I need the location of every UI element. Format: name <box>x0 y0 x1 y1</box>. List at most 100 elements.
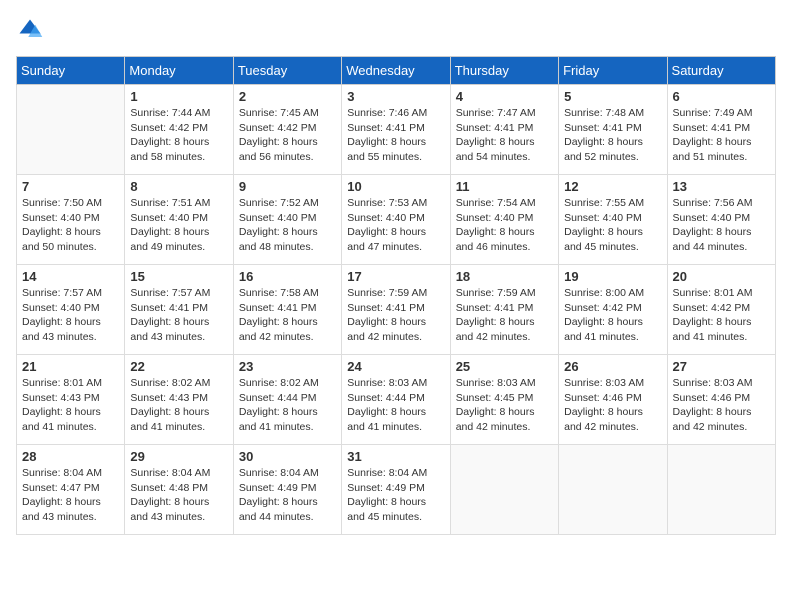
logo <box>16 16 48 44</box>
day-info: Sunrise: 8:04 AM Sunset: 4:49 PM Dayligh… <box>239 466 336 525</box>
calendar-cell: 18 Sunrise: 7:59 AM Sunset: 4:41 PM Dayli… <box>450 265 558 355</box>
day-number: 6 <box>673 89 770 104</box>
day-number: 19 <box>564 269 661 284</box>
calendar-table: SundayMondayTuesdayWednesdayThursdayFrid… <box>16 56 776 535</box>
day-info: Sunrise: 8:03 AM Sunset: 4:44 PM Dayligh… <box>347 376 444 435</box>
day-info: Sunrise: 8:03 AM Sunset: 4:46 PM Dayligh… <box>564 376 661 435</box>
day-number: 3 <box>347 89 444 104</box>
day-number: 16 <box>239 269 336 284</box>
calendar-cell: 4Sunrise: 7:47 AM Sunset: 4:41 PM Daylig… <box>450 85 558 175</box>
weekday-header-friday: Friday <box>559 57 667 85</box>
calendar-cell: 5 Sunrise: 7:48 AM Sunset: 4:41 PM Daylig… <box>559 85 667 175</box>
calendar-cell: 28 Sunrise: 8:04 AM Sunset: 4:47 PM Dayli… <box>17 445 125 535</box>
day-info: Sunrise: 7:44 AM Sunset: 4:42 PM Dayligh… <box>130 106 227 165</box>
day-number: 5 <box>564 89 661 104</box>
day-number: 31 <box>347 449 444 464</box>
day-info: Sunrise: 8:01 AM Sunset: 4:43 PM Dayligh… <box>22 376 119 435</box>
day-number: 1 <box>130 89 227 104</box>
calendar-cell: 31 Sunrise: 8:04 AM Sunset: 4:49 PM Dayli… <box>342 445 450 535</box>
day-number: 29 <box>130 449 227 464</box>
day-number: 10 <box>347 179 444 194</box>
calendar-header-row: SundayMondayTuesdayWednesdayThursdayFrid… <box>17 57 776 85</box>
day-info: Sunrise: 7:50 AM Sunset: 4:40 PM Dayligh… <box>22 196 119 255</box>
day-info: Sunrise: 7:57 AM Sunset: 4:40 PM Dayligh… <box>22 286 119 345</box>
day-info: Sunrise: 7:53 AM Sunset: 4:40 PM Dayligh… <box>347 196 444 255</box>
calendar-cell: 20Sunrise: 8:01 AM Sunset: 4:42 PM Dayli… <box>667 265 775 355</box>
day-number: 28 <box>22 449 119 464</box>
calendar-cell <box>559 445 667 535</box>
day-info: Sunrise: 8:04 AM Sunset: 4:49 PM Dayligh… <box>347 466 444 525</box>
day-number: 15 <box>130 269 227 284</box>
calendar-cell: 1 Sunrise: 7:44 AM Sunset: 4:42 PM Daylig… <box>125 85 233 175</box>
calendar-cell: 11 Sunrise: 7:54 AM Sunset: 4:40 PM Dayli… <box>450 175 558 265</box>
calendar-cell: 13 Sunrise: 7:56 AM Sunset: 4:40 PM Dayli… <box>667 175 775 265</box>
day-info: Sunrise: 7:59 AM Sunset: 4:41 PM Dayligh… <box>456 286 553 345</box>
calendar-cell: 16 Sunrise: 7:58 AM Sunset: 4:41 PM Dayli… <box>233 265 341 355</box>
calendar-week-4: 21 Sunrise: 8:01 AM Sunset: 4:43 PM Dayli… <box>17 355 776 445</box>
day-info: Sunrise: 8:04 AM Sunset: 4:48 PM Dayligh… <box>130 466 227 525</box>
day-info: Sunrise: 7:54 AM Sunset: 4:40 PM Dayligh… <box>456 196 553 255</box>
calendar-cell <box>17 85 125 175</box>
calendar-cell: 29 Sunrise: 8:04 AM Sunset: 4:48 PM Dayli… <box>125 445 233 535</box>
day-number: 4 <box>456 89 553 104</box>
day-number: 21 <box>22 359 119 374</box>
calendar-cell: 30Sunrise: 8:04 AM Sunset: 4:49 PM Dayli… <box>233 445 341 535</box>
day-info: Sunrise: 7:48 AM Sunset: 4:41 PM Dayligh… <box>564 106 661 165</box>
day-number: 20 <box>673 269 770 284</box>
day-number: 22 <box>130 359 227 374</box>
page-header <box>16 16 776 44</box>
calendar-week-5: 28 Sunrise: 8:04 AM Sunset: 4:47 PM Dayli… <box>17 445 776 535</box>
day-number: 17 <box>347 269 444 284</box>
calendar-cell: 19 Sunrise: 8:00 AM Sunset: 4:42 PM Dayli… <box>559 265 667 355</box>
day-info: Sunrise: 7:45 AM Sunset: 4:42 PM Dayligh… <box>239 106 336 165</box>
day-info: Sunrise: 7:46 AM Sunset: 4:41 PM Dayligh… <box>347 106 444 165</box>
calendar-cell: 17 Sunrise: 7:59 AM Sunset: 4:41 PM Dayli… <box>342 265 450 355</box>
day-info: Sunrise: 8:00 AM Sunset: 4:42 PM Dayligh… <box>564 286 661 345</box>
calendar-cell: 8Sunrise: 7:51 AM Sunset: 4:40 PM Daylig… <box>125 175 233 265</box>
calendar-week-3: 14 Sunrise: 7:57 AM Sunset: 4:40 PM Dayli… <box>17 265 776 355</box>
day-number: 2 <box>239 89 336 104</box>
weekday-header-wednesday: Wednesday <box>342 57 450 85</box>
day-info: Sunrise: 7:58 AM Sunset: 4:41 PM Dayligh… <box>239 286 336 345</box>
calendar-cell: 26 Sunrise: 8:03 AM Sunset: 4:46 PM Dayli… <box>559 355 667 445</box>
calendar-cell: 21 Sunrise: 8:01 AM Sunset: 4:43 PM Dayli… <box>17 355 125 445</box>
day-number: 13 <box>673 179 770 194</box>
day-info: Sunrise: 7:57 AM Sunset: 4:41 PM Dayligh… <box>130 286 227 345</box>
calendar-cell: 22 Sunrise: 8:02 AM Sunset: 4:43 PM Dayli… <box>125 355 233 445</box>
calendar-cell: 15 Sunrise: 7:57 AM Sunset: 4:41 PM Dayli… <box>125 265 233 355</box>
day-info: Sunrise: 8:02 AM Sunset: 4:44 PM Dayligh… <box>239 376 336 435</box>
calendar-week-2: 7 Sunrise: 7:50 AM Sunset: 4:40 PM Daylig… <box>17 175 776 265</box>
day-info: Sunrise: 7:55 AM Sunset: 4:40 PM Dayligh… <box>564 196 661 255</box>
day-info: Sunrise: 8:03 AM Sunset: 4:46 PM Dayligh… <box>673 376 770 435</box>
calendar-cell: 25 Sunrise: 8:03 AM Sunset: 4:45 PM Dayli… <box>450 355 558 445</box>
day-number: 27 <box>673 359 770 374</box>
calendar-cell: 10 Sunrise: 7:53 AM Sunset: 4:40 PM Dayli… <box>342 175 450 265</box>
day-number: 14 <box>22 269 119 284</box>
calendar-cell: 12Sunrise: 7:55 AM Sunset: 4:40 PM Dayli… <box>559 175 667 265</box>
day-number: 25 <box>456 359 553 374</box>
calendar-cell: 7 Sunrise: 7:50 AM Sunset: 4:40 PM Daylig… <box>17 175 125 265</box>
day-number: 9 <box>239 179 336 194</box>
day-number: 7 <box>22 179 119 194</box>
weekday-header-tuesday: Tuesday <box>233 57 341 85</box>
day-info: Sunrise: 7:51 AM Sunset: 4:40 PM Dayligh… <box>130 196 227 255</box>
calendar-body: 1 Sunrise: 7:44 AM Sunset: 4:42 PM Daylig… <box>17 85 776 535</box>
day-number: 11 <box>456 179 553 194</box>
logo-icon <box>16 16 44 44</box>
day-number: 23 <box>239 359 336 374</box>
calendar-cell: 3 Sunrise: 7:46 AM Sunset: 4:41 PM Daylig… <box>342 85 450 175</box>
day-number: 26 <box>564 359 661 374</box>
calendar-cell: 24 Sunrise: 8:03 AM Sunset: 4:44 PM Dayli… <box>342 355 450 445</box>
day-info: Sunrise: 8:02 AM Sunset: 4:43 PM Dayligh… <box>130 376 227 435</box>
day-info: Sunrise: 7:56 AM Sunset: 4:40 PM Dayligh… <box>673 196 770 255</box>
day-number: 18 <box>456 269 553 284</box>
day-info: Sunrise: 7:52 AM Sunset: 4:40 PM Dayligh… <box>239 196 336 255</box>
calendar-cell: 9 Sunrise: 7:52 AM Sunset: 4:40 PM Daylig… <box>233 175 341 265</box>
weekday-header-thursday: Thursday <box>450 57 558 85</box>
calendar-cell: 6Sunrise: 7:49 AM Sunset: 4:41 PM Daylig… <box>667 85 775 175</box>
day-info: Sunrise: 8:03 AM Sunset: 4:45 PM Dayligh… <box>456 376 553 435</box>
day-number: 24 <box>347 359 444 374</box>
calendar-cell: 2 Sunrise: 7:45 AM Sunset: 4:42 PM Daylig… <box>233 85 341 175</box>
day-info: Sunrise: 7:59 AM Sunset: 4:41 PM Dayligh… <box>347 286 444 345</box>
day-info: Sunrise: 8:04 AM Sunset: 4:47 PM Dayligh… <box>22 466 119 525</box>
